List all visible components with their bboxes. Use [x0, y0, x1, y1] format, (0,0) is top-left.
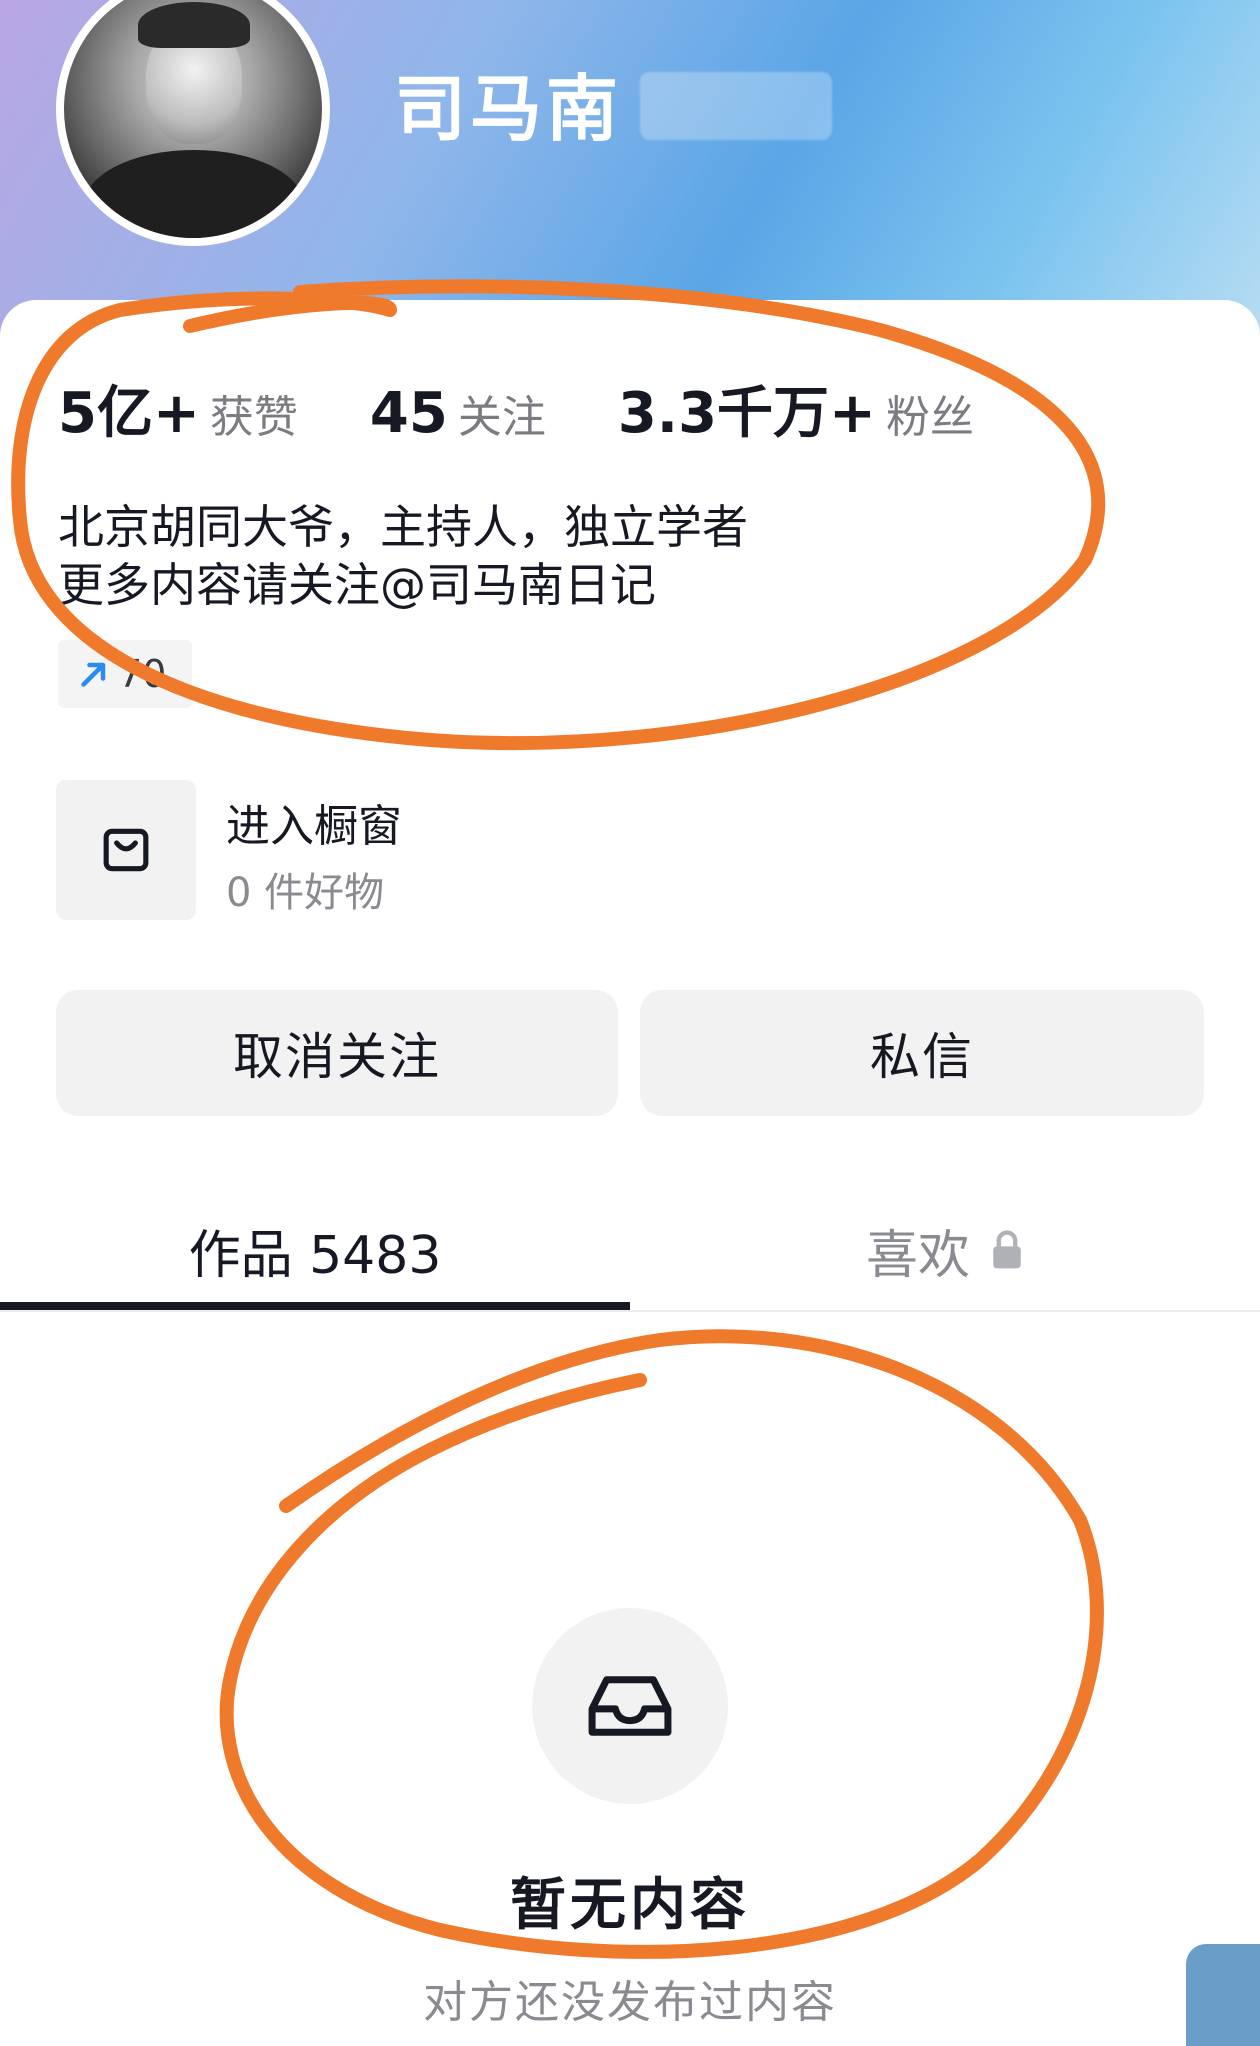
stat-likes-label: 获赞	[209, 392, 298, 443]
stat-likes[interactable]: 5亿+ 获赞	[58, 368, 298, 449]
empty-state-subtitle: 对方还没发布过内容	[423, 1977, 837, 2028]
tab-works[interactable]: 作品 5483	[0, 1190, 630, 1310]
profile-page: 司马南 5亿+ 获赞 45 关注 3.3千万+ 粉丝 北京胡同大爷，主持人，独立…	[0, 0, 1260, 2046]
bio-line-1: 北京胡同大爷，主持人，独立学者	[58, 500, 748, 554]
inbox-icon	[588, 1676, 672, 1736]
content-tabs: 作品 5483 喜欢	[0, 1190, 1260, 1312]
tab-likes[interactable]: 喜欢	[630, 1190, 1260, 1310]
avatar-hair	[138, 2, 250, 48]
unfollow-button[interactable]: 取消关注	[56, 990, 618, 1116]
stat-followers[interactable]: 3.3千万+ 粉丝	[618, 368, 974, 449]
shop-title[interactable]: 进入橱窗	[226, 790, 402, 854]
shop-subtitle: 0 件好物	[226, 870, 385, 916]
lock-icon	[993, 1230, 1021, 1269]
share-count-chip[interactable]: 70	[58, 640, 192, 708]
stat-followers-value: 3.3千万+	[617, 381, 876, 446]
share-count: 70	[118, 652, 167, 696]
floating-action-button[interactable]	[1186, 1944, 1260, 2046]
stat-followers-label: 粉丝	[885, 392, 974, 443]
tab-works-label: 作品 5483	[188, 1225, 442, 1286]
stat-following-label: 关注	[457, 392, 546, 443]
stat-following[interactable]: 45 关注	[370, 381, 546, 446]
empty-state-title: 暂无内容	[510, 1873, 750, 1938]
avatar-shoulders	[84, 150, 304, 238]
stat-likes-value: 5亿+	[58, 381, 200, 446]
active-tab-indicator	[0, 1302, 630, 1310]
empty-state-icon-circle	[532, 1608, 728, 1804]
blurred-tag	[640, 72, 832, 140]
shopping-bag-icon	[103, 828, 149, 872]
message-button[interactable]: 私信	[640, 990, 1204, 1116]
stat-following-value: 45	[369, 381, 448, 446]
avatar[interactable]	[64, 0, 322, 238]
profile-username: 司马南	[394, 67, 623, 151]
bio-line-2: 更多内容请关注@司马南日记	[58, 558, 656, 612]
tab-likes-label: 喜欢	[865, 1225, 970, 1286]
stats-row: 5亿+ 获赞 45 关注 3.3千万+ 粉丝	[58, 368, 1046, 446]
share-icon	[81, 662, 106, 687]
shop-icon-box[interactable]	[56, 780, 196, 920]
profile-bio: 北京胡同大爷，主持人，独立学者 更多内容请关注@司马南日记	[58, 498, 748, 614]
